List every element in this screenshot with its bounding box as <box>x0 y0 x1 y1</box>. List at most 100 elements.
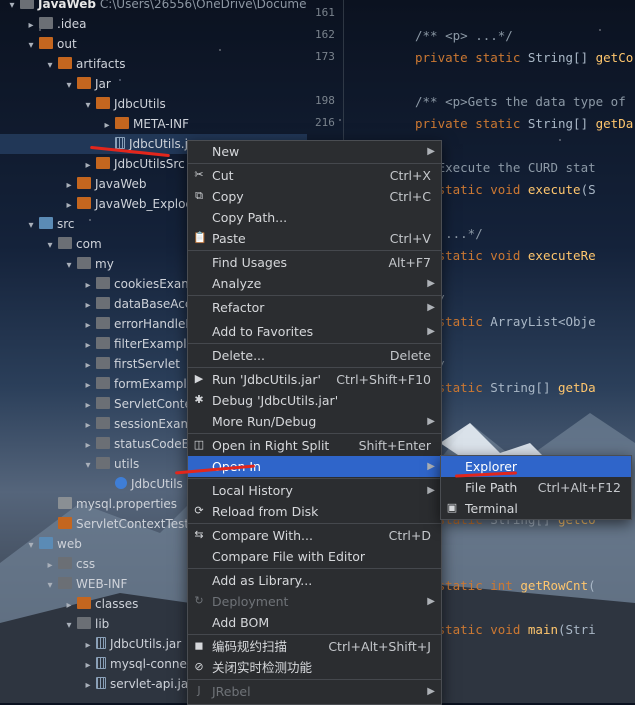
tree-row[interactable]: ▾ com <box>0 234 102 254</box>
open-in-right-split-icon: ◫ <box>193 438 205 451</box>
chevron-down-icon[interactable]: ▾ <box>82 96 94 116</box>
menu-item-run[interactable]: ▶ Run 'JdbcUtils.jar' Ctrl+Shift+F10 <box>188 369 441 390</box>
code-line[interactable]: ic static void execute(S <box>415 182 596 197</box>
chevron-right-icon[interactable]: ▸ <box>82 156 94 176</box>
menu-item-local-history[interactable]: Local History ▶ <box>188 480 441 501</box>
menu-item-copy-path[interactable]: Copy Path... <box>188 207 441 228</box>
tree-row[interactable]: mysql.properties <box>0 494 177 514</box>
chevron-right-icon[interactable]: ▸ <box>82 436 94 456</box>
menu-item-compare-file-with-editor[interactable]: Compare File with Editor <box>188 546 441 567</box>
chevron-down-icon[interactable]: ▾ <box>63 76 75 96</box>
tree-row[interactable]: ▸ JdbcUtilsSrc <box>0 154 185 174</box>
tree-row[interactable]: ▾ WEB-INF <box>0 574 127 594</box>
tree-row[interactable]: ▾ lib <box>0 614 109 634</box>
code-line[interactable]: /** <p>Gets the data type of <box>415 94 626 109</box>
chevron-down-icon[interactable]: ▾ <box>63 256 75 276</box>
tree-row[interactable]: ▸ JdbcUtils.jar <box>0 634 181 654</box>
menu-item-add-bom[interactable]: Add BOM <box>188 612 441 633</box>
tree-row[interactable]: ▾ JavaWeb C:\Users\26556\OneDrive\Documen <box>0 0 307 14</box>
code-line[interactable]: ic static void executeRe <box>415 248 596 263</box>
chevron-right-icon[interactable]: ▸ <box>101 116 113 136</box>
menu-item-cut[interactable]: ✂ Cut Ctrl+X <box>188 165 441 186</box>
tree-row[interactable]: ▸ META-INF <box>0 114 189 134</box>
code-line[interactable]: private static String[] getCo <box>415 50 633 65</box>
code-token: (S <box>580 182 596 197</box>
chevron-right-icon[interactable]: ▸ <box>82 376 94 396</box>
menu-item-paste[interactable]: 📋 Paste Ctrl+V <box>188 228 441 249</box>
tree-row[interactable]: ▾ utils <box>0 454 139 474</box>
chevron-right-icon[interactable]: ▸ <box>82 396 94 416</box>
chevron-down-icon[interactable]: ▾ <box>44 236 56 256</box>
tree-row[interactable]: ▾ web <box>0 534 82 554</box>
chevron-right-icon[interactable]: ▸ <box>63 596 75 616</box>
menu-item-analyze[interactable]: Analyze ▶ <box>188 273 441 294</box>
code-line[interactable]: ic static int getRowCnt( <box>415 578 596 593</box>
code-line[interactable]: /** <p> ...*/ <box>415 28 513 43</box>
chevron-down-icon[interactable]: ▾ <box>44 576 56 596</box>
chevron-right-icon[interactable]: ▸ <box>82 636 94 656</box>
menu-item-debug[interactable]: ✱ Debug 'JdbcUtils.jar' <box>188 390 441 411</box>
menu-item-compare-with[interactable]: ⇆ Compare With... Ctrl+D <box>188 525 441 546</box>
code-line[interactable]: <p>Execute the CURD stat <box>415 160 596 175</box>
tree-row[interactable]: ▸ servlet-api.jar <box>0 674 193 694</box>
chevron-down-icon[interactable]: ▾ <box>63 616 75 636</box>
tree-row[interactable]: ▾ artifacts <box>0 54 125 74</box>
menu-item-find-usages[interactable]: Find Usages Alt+F7 <box>188 252 441 273</box>
menu-item-terminal[interactable]: ▣ Terminal <box>441 498 631 519</box>
chevron-right-icon[interactable]: ▸ <box>82 276 94 296</box>
chevron-down-icon[interactable]: ▾ <box>82 456 94 476</box>
menu-item-refactor[interactable]: Refactor ▶ <box>188 297 441 318</box>
menu-item-more-run-debug[interactable]: More Run/Debug ▶ <box>188 411 441 432</box>
tree-row[interactable]: ▸ dataBaseAccess <box>0 294 211 314</box>
menu-item-add-to-favorites[interactable]: Add to Favorites ▶ <box>188 321 441 342</box>
chevron-down-icon[interactable]: ▾ <box>44 56 56 76</box>
tree-row[interactable]: JdbcUtils <box>0 474 183 494</box>
tree-row[interactable]: ▾ JdbcUtils <box>0 94 166 114</box>
chevron-right-icon[interactable]: ▸ <box>82 676 94 696</box>
folder-icon <box>58 557 72 569</box>
code-line[interactable]: private static String[] getDa <box>415 116 633 131</box>
chevron-right-icon[interactable]: ▸ <box>82 316 94 336</box>
tree-row[interactable]: ▸ .idea <box>0 14 87 34</box>
tree-row[interactable]: ▸ filterExample <box>0 334 194 354</box>
menu-item-add-as-library[interactable]: Add as Library... <box>188 570 441 591</box>
tree-row[interactable]: ▸ sessionExample <box>0 414 210 434</box>
menu-item-open-in-right-split[interactable]: ◫ Open in Right Split Shift+Enter <box>188 435 441 456</box>
tree-row[interactable]: ▸ classes <box>0 594 138 614</box>
code-line[interactable]: ic static ArrayList<Obje <box>415 314 596 329</box>
tree-row[interactable]: ▾ my <box>0 254 114 274</box>
tree-row[interactable]: ▸ formExample <box>0 374 194 394</box>
chevron-down-icon[interactable]: ▾ <box>25 216 37 236</box>
menu-item-copy[interactable]: ⧉ Copy Ctrl+C <box>188 186 441 207</box>
tree-row[interactable]: ▸ JavaWeb <box>0 174 147 194</box>
chevron-right-icon[interactable]: ▸ <box>82 416 94 436</box>
tree-row[interactable]: ▸ JavaWeb_Exploded <box>0 194 208 214</box>
tree-row[interactable]: ▸ firstServlet <box>0 354 180 374</box>
code-line[interactable]: ic static void main(Stri <box>415 622 596 637</box>
menu-item-delete[interactable]: Delete... Delete <box>188 345 441 366</box>
menu-item-realtime-check[interactable]: ⊘ 关闭实时检测功能 <box>188 657 441 678</box>
tree-row[interactable]: ▾ src <box>0 214 75 234</box>
menu-item-file-path[interactable]: File Path Ctrl+Alt+F12 <box>441 477 631 498</box>
menu-item-new[interactable]: New ▶ <box>188 141 441 162</box>
chevron-right-icon[interactable]: ▸ <box>82 336 94 356</box>
chevron-right-icon[interactable]: ▸ <box>63 196 75 216</box>
chevron-right-icon[interactable]: ▸ <box>63 176 75 196</box>
menu-item-reload-from-disk[interactable]: ⟳ Reload from Disk <box>188 501 441 522</box>
chevron-down-icon[interactable]: ▾ <box>25 536 37 556</box>
tree-row[interactable]: ▸ mysql-connector <box>0 654 210 674</box>
tree-row[interactable]: ▸ css <box>0 554 95 574</box>
chevron-down-icon[interactable]: ▾ <box>25 36 37 56</box>
folder-icon <box>96 277 110 289</box>
tree-row[interactable]: ServletContextTest2 <box>0 514 197 534</box>
code-line[interactable]: ic static String[] getDa <box>415 380 596 395</box>
tree-row[interactable]: ▾ Jar <box>0 74 111 94</box>
chevron-right-icon[interactable]: ▸ <box>82 356 94 376</box>
chevron-right-icon[interactable]: ▸ <box>25 16 37 36</box>
chevron-right-icon[interactable]: ▸ <box>82 296 94 316</box>
menu-item-code-scan[interactable]: ◼ 编码规约扫描 Ctrl+Alt+Shift+J <box>188 636 441 657</box>
tree-row[interactable]: ▾ out <box>0 34 77 54</box>
tree-row[interactable]: ▸ cookiesExample <box>0 274 211 294</box>
chevron-right-icon[interactable]: ▸ <box>82 656 94 676</box>
chevron-right-icon[interactable]: ▸ <box>44 556 56 576</box>
